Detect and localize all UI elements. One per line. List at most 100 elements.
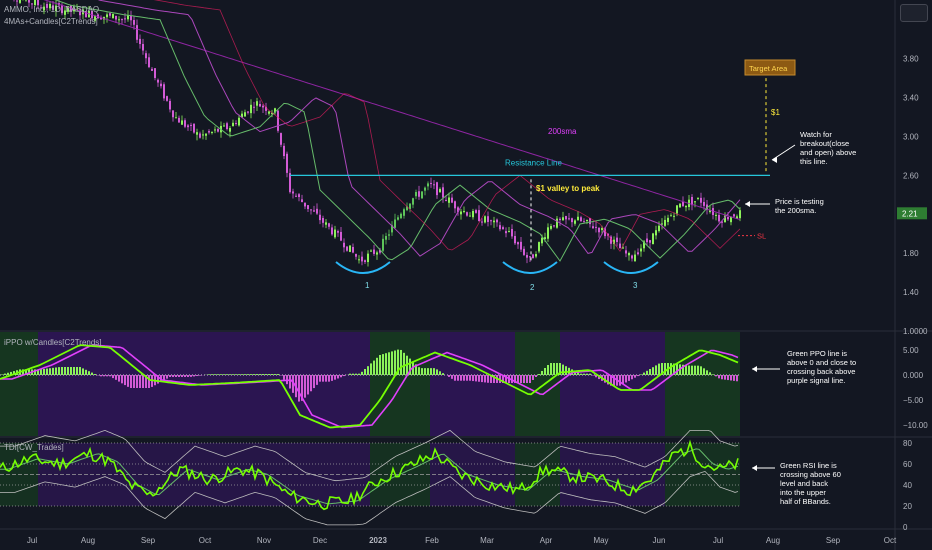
candle-body xyxy=(370,250,372,252)
candle xyxy=(610,235,612,249)
ppo-histogram-bar xyxy=(688,365,690,375)
candle xyxy=(685,205,687,212)
candle-body xyxy=(451,197,453,203)
ppo-histogram-bar xyxy=(121,375,123,384)
candle xyxy=(592,222,594,229)
ppo-band xyxy=(0,332,38,436)
candle-body xyxy=(331,227,333,235)
candle-body xyxy=(16,0,18,2)
arrow-head xyxy=(752,465,757,471)
tdi-tick-label: 80 xyxy=(903,439,912,448)
candle-body xyxy=(511,228,513,237)
settings-button[interactable] xyxy=(900,4,928,22)
ppo-histogram-bar xyxy=(466,375,468,381)
time-tick-label: Dec xyxy=(313,536,327,545)
candle-body xyxy=(658,225,660,232)
ppo-tick-label: −5.00 xyxy=(903,396,924,405)
ppo-pane[interactable] xyxy=(0,332,740,436)
candle-body xyxy=(673,215,675,217)
candle xyxy=(571,217,573,228)
tdi-pane[interactable] xyxy=(0,429,740,526)
candle xyxy=(655,225,657,240)
ppo-histogram-bar xyxy=(646,370,648,375)
candle xyxy=(343,238,345,253)
candle xyxy=(196,128,198,141)
candle-body xyxy=(649,240,651,243)
candle xyxy=(334,225,336,239)
candle-body xyxy=(694,201,696,203)
ppo-histogram-bar xyxy=(178,375,180,377)
ppo-histogram-bar xyxy=(424,368,426,375)
ppo-histogram-bar xyxy=(340,375,342,378)
candle xyxy=(538,241,540,254)
ppo-histogram-bar xyxy=(256,374,258,375)
ppo-band xyxy=(430,332,480,436)
candle-body xyxy=(283,145,285,157)
ppo-histogram-bar xyxy=(427,368,429,375)
candle-body xyxy=(508,231,510,233)
candle xyxy=(130,10,132,26)
candle-body xyxy=(424,187,426,191)
candle xyxy=(523,246,525,256)
ppo-histogram-bar xyxy=(529,375,531,383)
candle xyxy=(424,186,426,196)
candle xyxy=(235,120,237,126)
tdi-tick-label: 60 xyxy=(903,460,912,469)
candle-body xyxy=(157,79,159,83)
candle-body xyxy=(199,133,201,138)
candle xyxy=(520,237,522,253)
ppo-histogram-bar xyxy=(244,374,246,375)
candle-body xyxy=(253,106,255,108)
ppo-histogram-bar xyxy=(103,375,105,377)
candle xyxy=(283,143,285,160)
candle-body xyxy=(250,104,252,114)
candle-body xyxy=(160,83,162,87)
candle xyxy=(112,13,114,19)
candle-body xyxy=(559,218,561,221)
ppo-histogram-bar xyxy=(364,369,366,375)
ppo-histogram-bar xyxy=(664,363,666,375)
candle-body xyxy=(568,218,570,220)
ppo-histogram-bar xyxy=(169,375,171,377)
ppo-histogram-bar xyxy=(334,375,336,380)
candle-body xyxy=(526,255,528,258)
candle xyxy=(526,252,528,264)
chart-canvas[interactable]: Resistance Line 200sma SL $1 valley to peak… xyxy=(0,0,932,550)
chart-title: AMMO, Inc., 1D, NASDAQ xyxy=(4,5,100,14)
candle-body xyxy=(625,250,627,254)
ppo-histogram-bar xyxy=(454,375,456,381)
candle-body xyxy=(679,203,681,208)
candle xyxy=(517,241,519,249)
ppo-histogram-bar xyxy=(175,375,177,377)
ppo-histogram-bar xyxy=(262,374,264,375)
ppo-histogram-bar xyxy=(190,375,192,377)
candle-body xyxy=(334,229,336,238)
candle xyxy=(358,255,360,264)
ppo-histogram-bar xyxy=(52,367,54,375)
ppo-histogram-bar xyxy=(94,374,96,375)
ppo-histogram-bar xyxy=(451,375,453,379)
candle xyxy=(691,194,693,211)
ppo-histogram-bar xyxy=(100,375,102,377)
candle xyxy=(205,132,207,140)
candle xyxy=(223,122,225,127)
candle-body xyxy=(502,227,504,230)
time-tick-label: Sep xyxy=(141,536,156,545)
ppo-histogram-bar xyxy=(307,375,309,395)
candle-body xyxy=(346,246,348,251)
watch-note: and open) above xyxy=(800,148,856,157)
ppo-histogram-bar xyxy=(316,375,318,385)
candle-body xyxy=(19,0,21,3)
candle xyxy=(244,109,246,117)
price-tick-label: 3.80 xyxy=(903,55,919,64)
resistance-label: Resistance Line xyxy=(505,158,562,167)
ppo-histogram-bar xyxy=(658,363,660,375)
candle-body xyxy=(697,197,699,199)
candle-body xyxy=(490,220,492,222)
price-pane[interactable] xyxy=(0,0,741,267)
candle xyxy=(232,119,234,127)
candle xyxy=(673,212,675,221)
candle-body xyxy=(469,215,471,217)
candle xyxy=(253,101,255,114)
candle-body xyxy=(655,230,657,236)
